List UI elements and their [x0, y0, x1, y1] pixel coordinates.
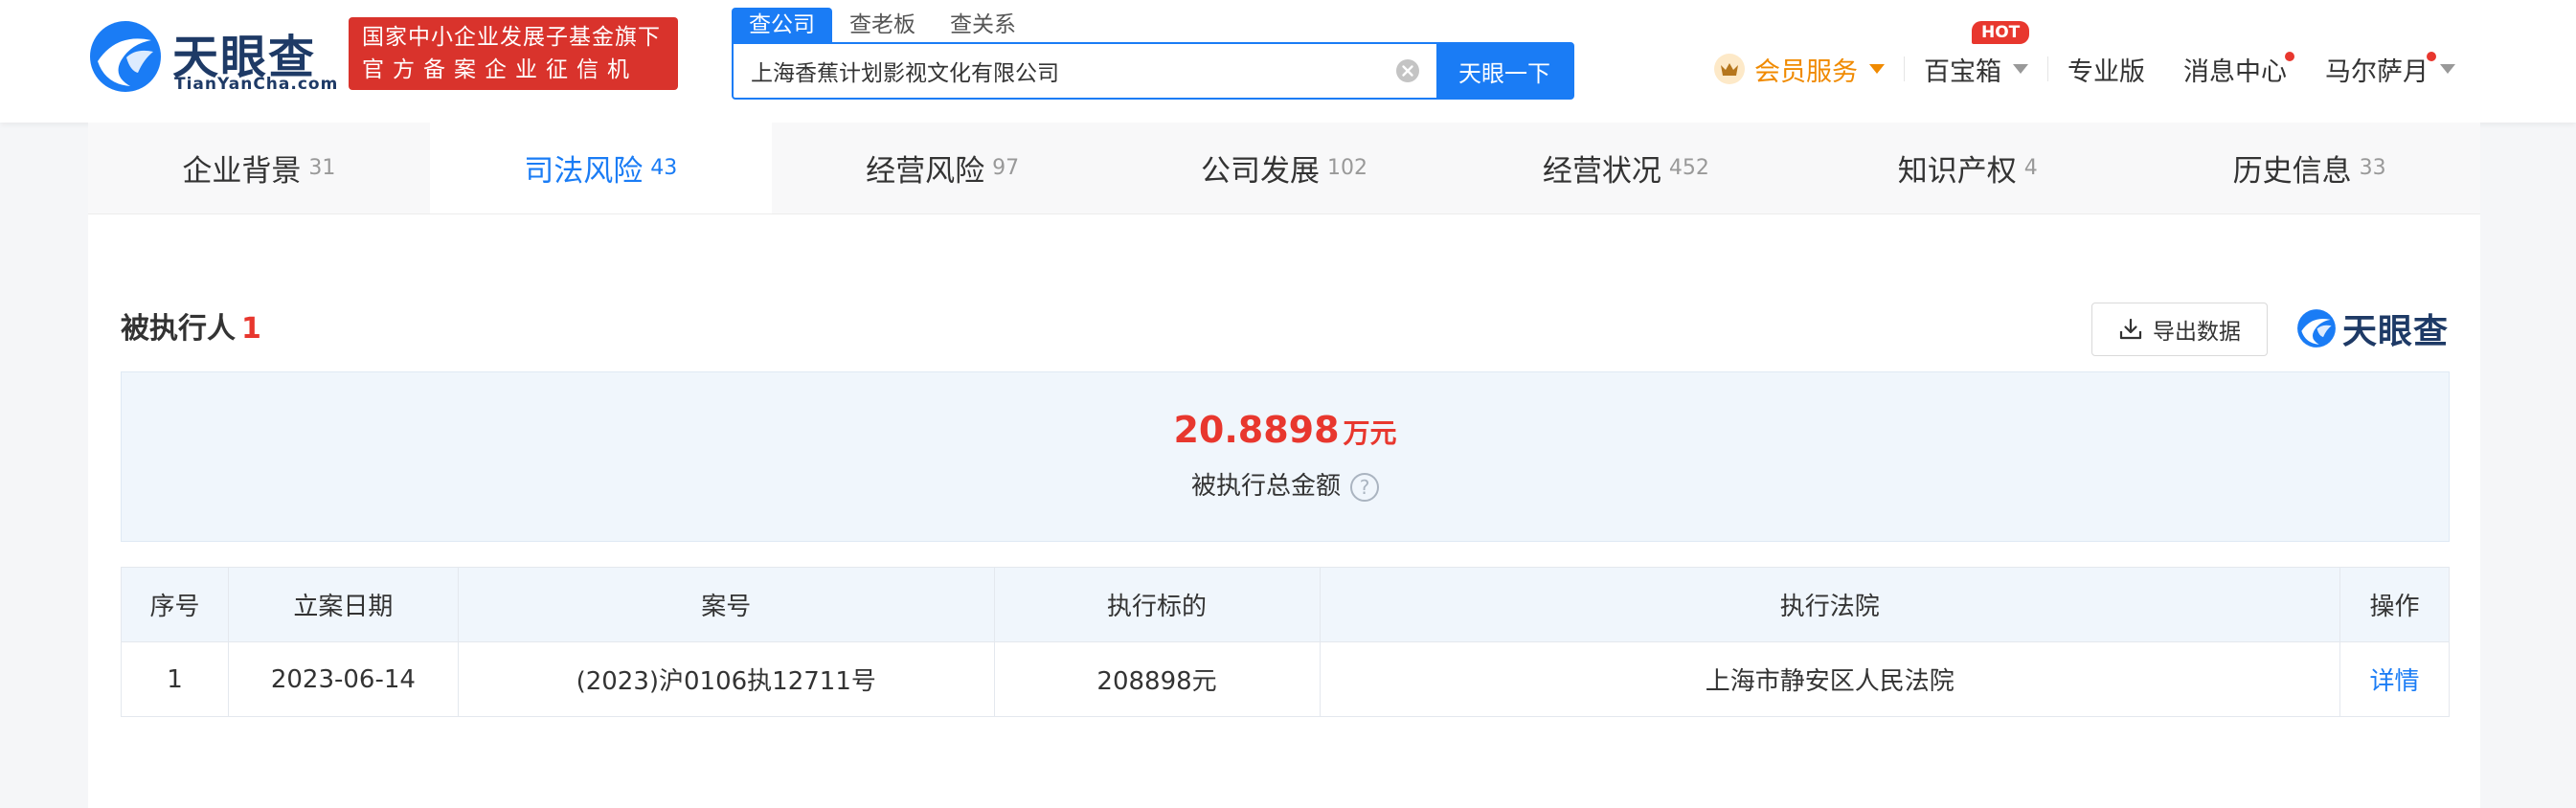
tab-label: 经营状况	[1542, 154, 1661, 189]
tab-label: 司法风险	[524, 154, 644, 189]
chevron-down-icon	[2013, 64, 2028, 74]
tab-label: 公司发展	[1201, 154, 1320, 189]
tab-enterprise-background[interactable]: 企业背景 31	[88, 123, 430, 213]
slogan-line-1: 国家中小企业发展子基金旗下	[362, 25, 661, 50]
pro-version-link[interactable]: 专业版	[2048, 50, 2164, 88]
tab-count: 31	[308, 156, 336, 180]
top-header: 天眼查 TianYanCha.com 国家中小企业发展子基金旗下 官方备案企业征…	[0, 0, 2576, 123]
tab-intellectual-property[interactable]: 知识产权 4	[1796, 123, 2138, 213]
crown-icon	[1714, 54, 1745, 84]
search-input[interactable]	[734, 44, 1379, 98]
search-tab-boss[interactable]: 查老板	[832, 8, 933, 42]
total-amount-summary: 20.8898 万元 被执行总金额?	[121, 371, 2450, 542]
amount-unit: 万元	[1343, 417, 1397, 449]
logo-eye-icon	[90, 21, 161, 92]
clear-search-button[interactable]	[1379, 44, 1436, 98]
hot-badge: HOT	[1972, 21, 2030, 44]
search-tab-relation[interactable]: 查关系	[933, 8, 1033, 42]
pro-version-label: 专业版	[2068, 56, 2145, 87]
message-center-link[interactable]: 消息中心	[2164, 50, 2306, 88]
section-title-text: 被执行人	[121, 312, 236, 346]
filing-date: 2023-06-14	[227, 641, 459, 717]
slogan-line-2: 官方备案企业征信机构	[362, 57, 638, 115]
watermark-text: 天眼查	[2342, 312, 2450, 351]
total-amount: 20.8898 万元	[122, 409, 2449, 451]
notification-dot	[2285, 52, 2294, 61]
column-header: 序号	[121, 567, 229, 642]
section-count: 1	[241, 312, 261, 346]
tianyancha-logo[interactable]: 天眼查 TianYanCha.com	[88, 15, 337, 98]
clear-icon	[1396, 59, 1419, 82]
executed-person-table: 序号 立案日期 案号 执行标的 执行法院 操作 1 2023-06-14 (20…	[121, 567, 2450, 717]
top-nav: 会员服务 百宝箱 HOT 专业版 消息中心 马尔萨月	[1695, 21, 2474, 88]
search-box: 天眼一下	[732, 42, 1574, 100]
category-tabs: 企业背景 31 司法风险 43 经营风险 97 公司发展 102 经营状况 452 知识产…	[88, 123, 2480, 214]
amount-caption: 被执行总金额?	[122, 466, 2449, 502]
table-header-row: 序号 立案日期 案号 执行标的 执行法院 操作	[121, 567, 2450, 642]
search-button[interactable]: 天眼一下	[1436, 44, 1572, 98]
column-header: 执行法院	[1319, 567, 2340, 642]
tab-label: 历史信息	[2232, 154, 2352, 189]
chevron-down-icon	[2440, 64, 2455, 74]
tab-operation-status[interactable]: 经营状况 452	[1455, 123, 1796, 213]
message-center-label: 消息中心	[2183, 56, 2287, 87]
user-menu[interactable]: 马尔萨月	[2306, 50, 2474, 88]
export-data-button[interactable]: 导出数据	[2091, 303, 2268, 356]
search-type-tabs: 查公司 查老板 查关系	[732, 8, 1033, 42]
help-icon[interactable]: ?	[1350, 472, 1379, 502]
tab-count: 102	[1327, 156, 1367, 180]
tab-count: 452	[1668, 156, 1709, 180]
watermark-logo: 天眼查	[2296, 304, 2449, 352]
logo-url: TianYanCha.com	[174, 75, 339, 94]
column-header: 案号	[457, 567, 995, 642]
export-data-label: 导出数据	[2153, 320, 2241, 345]
column-header: 操作	[2339, 567, 2450, 642]
column-header: 执行标的	[993, 567, 1321, 642]
column-header: 立案日期	[227, 567, 459, 642]
main-card: 企业背景 31 司法风险 43 经营风险 97 公司发展 102 经营状况 452 知识产…	[88, 123, 2480, 808]
section-title: 被执行人 1	[121, 304, 261, 347]
vip-service-label: 会员服务	[1754, 56, 1858, 87]
table-row: 1 2023-06-14 (2023)沪0106执12711号 208898元 …	[121, 641, 2450, 717]
tab-company-development[interactable]: 公司发展 102	[1114, 123, 1456, 213]
tab-count: 4	[2023, 156, 2038, 180]
tab-count: 97	[992, 156, 1020, 180]
slogan-badge: 国家中小企业发展子基金旗下 官方备案企业征信机构	[349, 17, 678, 115]
row-index: 1	[121, 641, 229, 717]
execution-court: 上海市静安区人民法院	[1319, 641, 2340, 717]
search-tab-company[interactable]: 查公司	[732, 8, 832, 42]
amount-label: 被执行总金额	[1190, 472, 1341, 501]
execution-amount: 208898元	[993, 641, 1321, 717]
tab-label: 经营风险	[866, 154, 985, 189]
tab-count: 43	[650, 156, 678, 180]
tab-operation-risk[interactable]: 经营风险 97	[772, 123, 1114, 213]
tab-history[interactable]: 历史信息 33	[2138, 123, 2480, 213]
case-number: (2023)沪0106执12711号	[457, 641, 995, 717]
download-icon	[2119, 318, 2142, 340]
logo-eye-icon	[2297, 309, 2336, 348]
toolbox-label: 百宝箱	[1924, 56, 2001, 87]
toolbox-menu[interactable]: 百宝箱 HOT	[1905, 21, 2047, 88]
notification-dot	[2427, 52, 2436, 61]
tab-judicial-risk[interactable]: 司法风险 43	[429, 123, 772, 213]
tab-count: 33	[2359, 156, 2386, 180]
user-name: 马尔萨月	[2325, 56, 2429, 87]
chevron-down-icon	[1869, 64, 1885, 74]
vip-service-menu[interactable]: 会员服务	[1695, 50, 1904, 88]
detail-link[interactable]: 详情	[2339, 641, 2450, 717]
tab-label: 企业背景	[182, 154, 302, 189]
tab-label: 知识产权	[1897, 154, 2017, 189]
amount-value: 20.8898	[1173, 409, 1340, 451]
